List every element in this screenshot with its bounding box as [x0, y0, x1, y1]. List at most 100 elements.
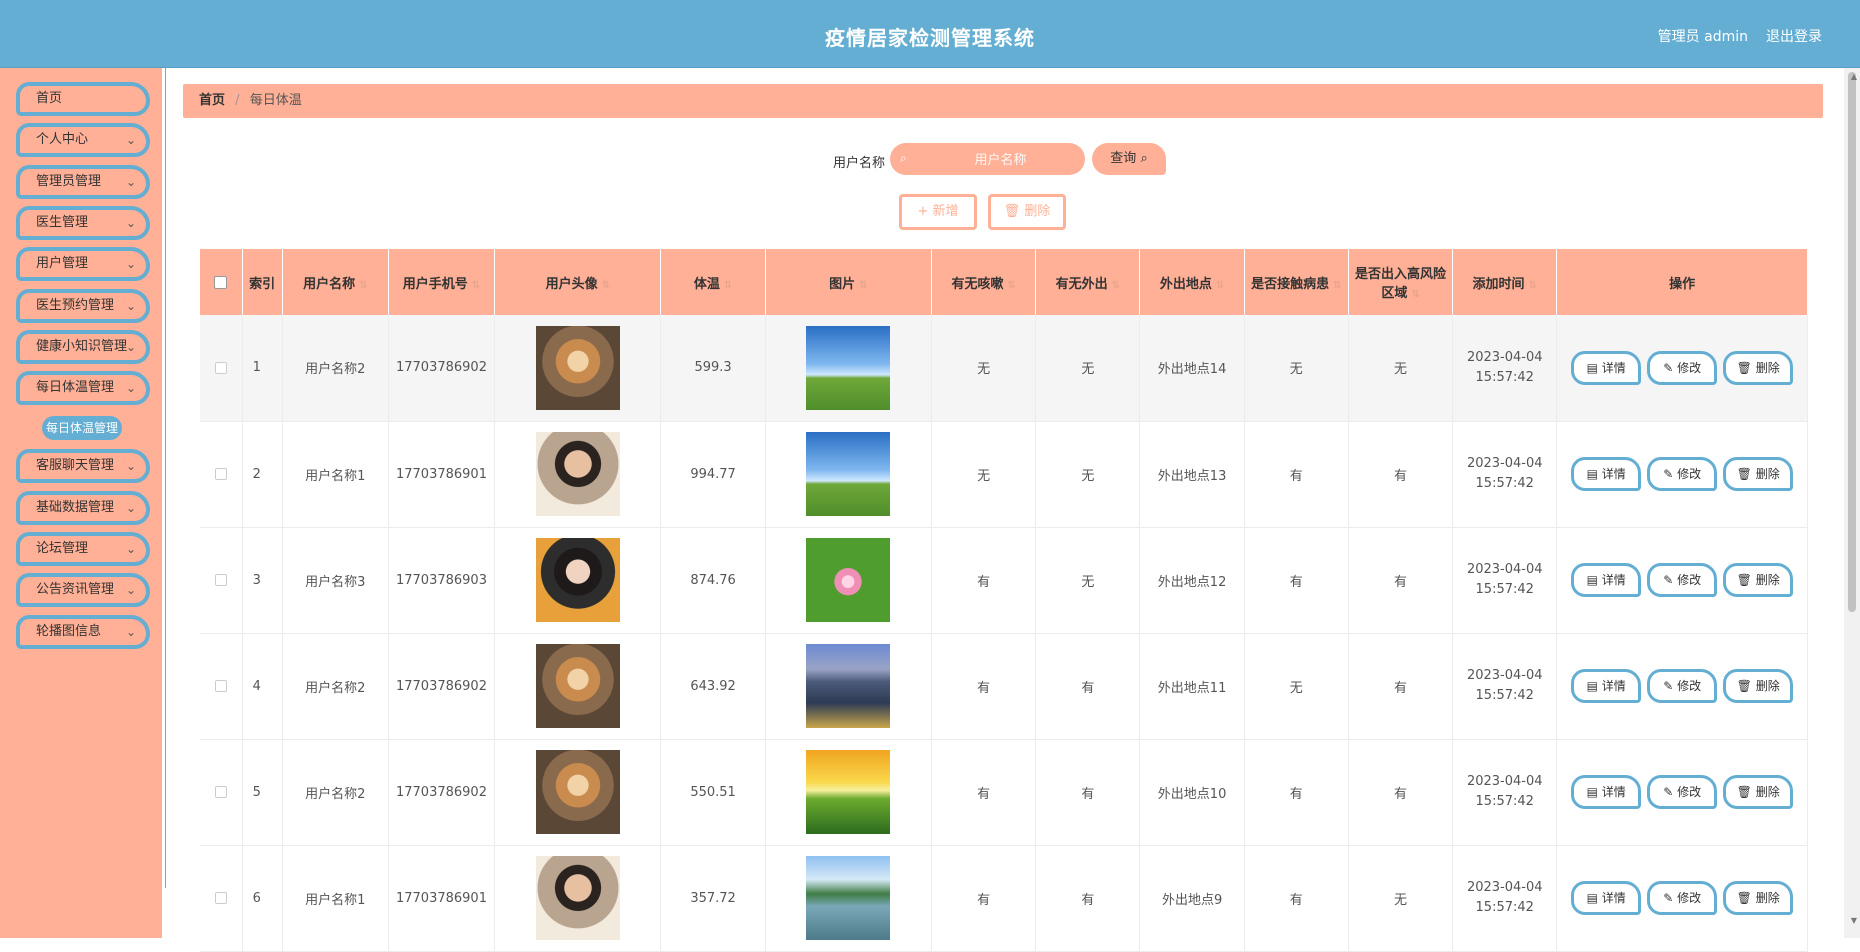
col-header[interactable]: 有无外出 ⇅	[1035, 249, 1141, 315]
sidebar-menu-item[interactable]: 健康小知识管理 ⌄	[16, 329, 150, 364]
sidebar-subitem-active[interactable]: 每日体温管理	[42, 416, 122, 441]
cell-place: 外出地点12	[1139, 527, 1245, 634]
row-checkbox-cell	[200, 633, 243, 740]
avatar-image[interactable]	[535, 325, 620, 410]
cell-user-name: 用户名称1	[282, 845, 389, 952]
table-row[interactable]: 2 用户名称1 17703786901 994.77 无无外出地点13 有有 2023-04…	[200, 421, 1808, 528]
chevron-down-icon: ⌄	[125, 133, 136, 148]
batch-delete-button[interactable]: 🗑 删除	[988, 194, 1066, 230]
breadcrumb-home[interactable]: 首页	[199, 93, 225, 108]
col-header[interactable]: 用户手机号 ⇅	[388, 249, 496, 315]
document-icon: ▤	[1586, 573, 1598, 587]
sidebar-menu-item[interactable]: 首页	[16, 82, 150, 116]
cell-user-name: 用户名称2	[282, 315, 389, 422]
col-header[interactable]: 是否接触病患 ⇅	[1244, 249, 1349, 315]
row-checkbox[interactable]	[214, 468, 227, 480]
sidebar-menu-item[interactable]: 医生预约管理 ⌄	[16, 288, 150, 323]
query-button[interactable]: 查询 ⌕	[1092, 143, 1166, 175]
cell-cough: 无	[931, 315, 1037, 422]
sidebar-menu-item[interactable]: 轮播图信息 ⌄	[16, 614, 150, 649]
sidebar-item-label: 管理员管理	[36, 173, 102, 189]
cell-index: 5	[242, 739, 283, 846]
record-picture[interactable]	[806, 644, 891, 728]
table-row[interactable]: 6 用户名称1 17703786901 357.72 有有外出地点9 有无 2023-04-…	[200, 845, 1808, 952]
avatar-image[interactable]	[535, 644, 620, 728]
sidebar-menu-item[interactable]: 论坛管理 ⌄	[16, 532, 150, 566]
sidebar-menu-item[interactable]: 医生管理 ⌄	[16, 205, 150, 240]
delete-button[interactable]: 🗑 删除	[1723, 563, 1794, 597]
delete-button[interactable]: 🗑 删除	[1723, 775, 1794, 809]
record-picture[interactable]	[806, 750, 891, 834]
avatar-image[interactable]	[535, 432, 620, 516]
chevron-down-icon: ⌄	[125, 257, 136, 272]
row-checkbox[interactable]	[214, 361, 227, 374]
detail-button[interactable]: ▤ 详情	[1571, 669, 1642, 703]
logout-link[interactable]: 退出登录	[1766, 26, 1822, 46]
edit-button[interactable]: ✎ 修改	[1647, 563, 1718, 597]
delete-button[interactable]: 🗑 删除	[1723, 350, 1794, 385]
cell-picture	[765, 845, 933, 952]
sidebar-menu-item[interactable]: 每日体温管理 ⌄	[16, 371, 150, 406]
delete-button[interactable]: 🗑 删除	[1723, 457, 1794, 491]
sidebar-menu-item[interactable]: 基础数据管理 ⌄	[16, 490, 150, 525]
table-row[interactable]: 4 用户名称2 17703786902 643.92 有有外出地点11 无有 2023-04…	[200, 633, 1808, 740]
cell-contact: 有	[1244, 527, 1349, 634]
detail-button[interactable]: ▤ 详情	[1571, 350, 1642, 385]
sidebar-item-label: 客服聊天管理	[36, 458, 115, 474]
col-header[interactable]: 添加时间 ⇅	[1452, 249, 1558, 315]
row-checkbox[interactable]	[214, 680, 227, 692]
document-icon: ▤	[1586, 360, 1598, 375]
delete-button[interactable]: 🗑 删除	[1723, 881, 1794, 915]
detail-button[interactable]: ▤ 详情	[1571, 457, 1642, 491]
edit-button[interactable]: ✎ 修改	[1647, 669, 1718, 703]
document-icon: ▤	[1586, 785, 1598, 799]
edit-button[interactable]: ✎ 修改	[1647, 775, 1718, 809]
scrollbar-thumb[interactable]	[1848, 72, 1856, 612]
cell-operations: ▤ 详情 ✎ 修改 🗑 删除	[1556, 421, 1808, 528]
edit-button[interactable]: ✎ 修改	[1647, 350, 1718, 385]
col-header[interactable]: 体温 ⇅	[660, 249, 766, 315]
row-checkbox-cell	[200, 527, 243, 634]
col-header[interactable]: 是否出入高风险区域 ⇅	[1348, 249, 1454, 315]
row-checkbox[interactable]	[214, 786, 227, 798]
scroll-down-arrow[interactable]: ▼	[1851, 916, 1857, 925]
cell-phone: 17703786902	[388, 739, 496, 846]
col-header[interactable]: 用户头像 ⇅	[494, 249, 662, 315]
add-button[interactable]: + 新增	[899, 194, 977, 230]
avatar-image[interactable]	[535, 856, 620, 940]
scroll-up-arrow[interactable]: ▲	[1851, 72, 1857, 81]
delete-button[interactable]: 🗑 删除	[1723, 669, 1794, 703]
detail-button[interactable]: ▤ 详情	[1571, 563, 1642, 597]
sidebar-menu-item[interactable]: 客服聊天管理 ⌄	[16, 449, 150, 484]
row-checkbox[interactable]	[214, 574, 227, 586]
avatar-image[interactable]	[535, 538, 620, 622]
record-picture[interactable]	[806, 432, 891, 516]
detail-button[interactable]: ▤ 详情	[1571, 775, 1642, 809]
select-all-checkbox[interactable]	[214, 275, 228, 289]
edit-button[interactable]: ✎ 修改	[1647, 881, 1718, 915]
col-header[interactable]: 用户名称 ⇅	[282, 249, 389, 315]
sidebar-menu-item[interactable]: 用户管理 ⌄	[16, 247, 150, 282]
detail-button[interactable]: ▤ 详情	[1571, 881, 1642, 915]
table-row[interactable]: 1 用户名称2 17703786902 599.3 无无外出地点14 无无 2023-04-…	[200, 315, 1808, 422]
table-row[interactable]: 3 用户名称3 17703786903 874.76 有无外出地点12 有有 2023-04…	[200, 527, 1808, 634]
col-header[interactable]: 外出地点 ⇅	[1139, 249, 1245, 315]
sidebar-menu-item[interactable]: 个人中心 ⌄	[16, 123, 150, 158]
record-picture[interactable]	[806, 856, 891, 940]
record-picture[interactable]	[806, 538, 891, 622]
edit-button[interactable]: ✎ 修改	[1647, 457, 1718, 491]
search-input[interactable]	[890, 143, 1085, 175]
app-header: 疫情居家检测管理系统 管理员 admin 退出登录	[0, 0, 1860, 68]
cell-operations: ▤ 详情 ✎ 修改 🗑 删除	[1556, 315, 1808, 422]
avatar-image[interactable]	[535, 750, 620, 834]
col-header[interactable]: 有无咳嗽 ⇅	[931, 249, 1037, 315]
sidebar-item-label: 轮播图信息	[36, 623, 102, 639]
sidebar-menu-item[interactable]: 管理员管理 ⌄	[16, 164, 150, 199]
record-picture[interactable]	[806, 325, 891, 410]
table-row[interactable]: 5 用户名称2 17703786902 550.51 有有外出地点10 有有 2023-04…	[200, 739, 1808, 846]
cell-place: 外出地点14	[1139, 315, 1245, 422]
col-header[interactable]: 图片 ⇅	[765, 249, 933, 315]
sidebar-menu-item[interactable]: 公告资讯管理 ⌄	[16, 573, 150, 608]
sidebar-item-label: 论坛管理	[36, 541, 89, 556]
row-checkbox[interactable]	[214, 892, 227, 904]
